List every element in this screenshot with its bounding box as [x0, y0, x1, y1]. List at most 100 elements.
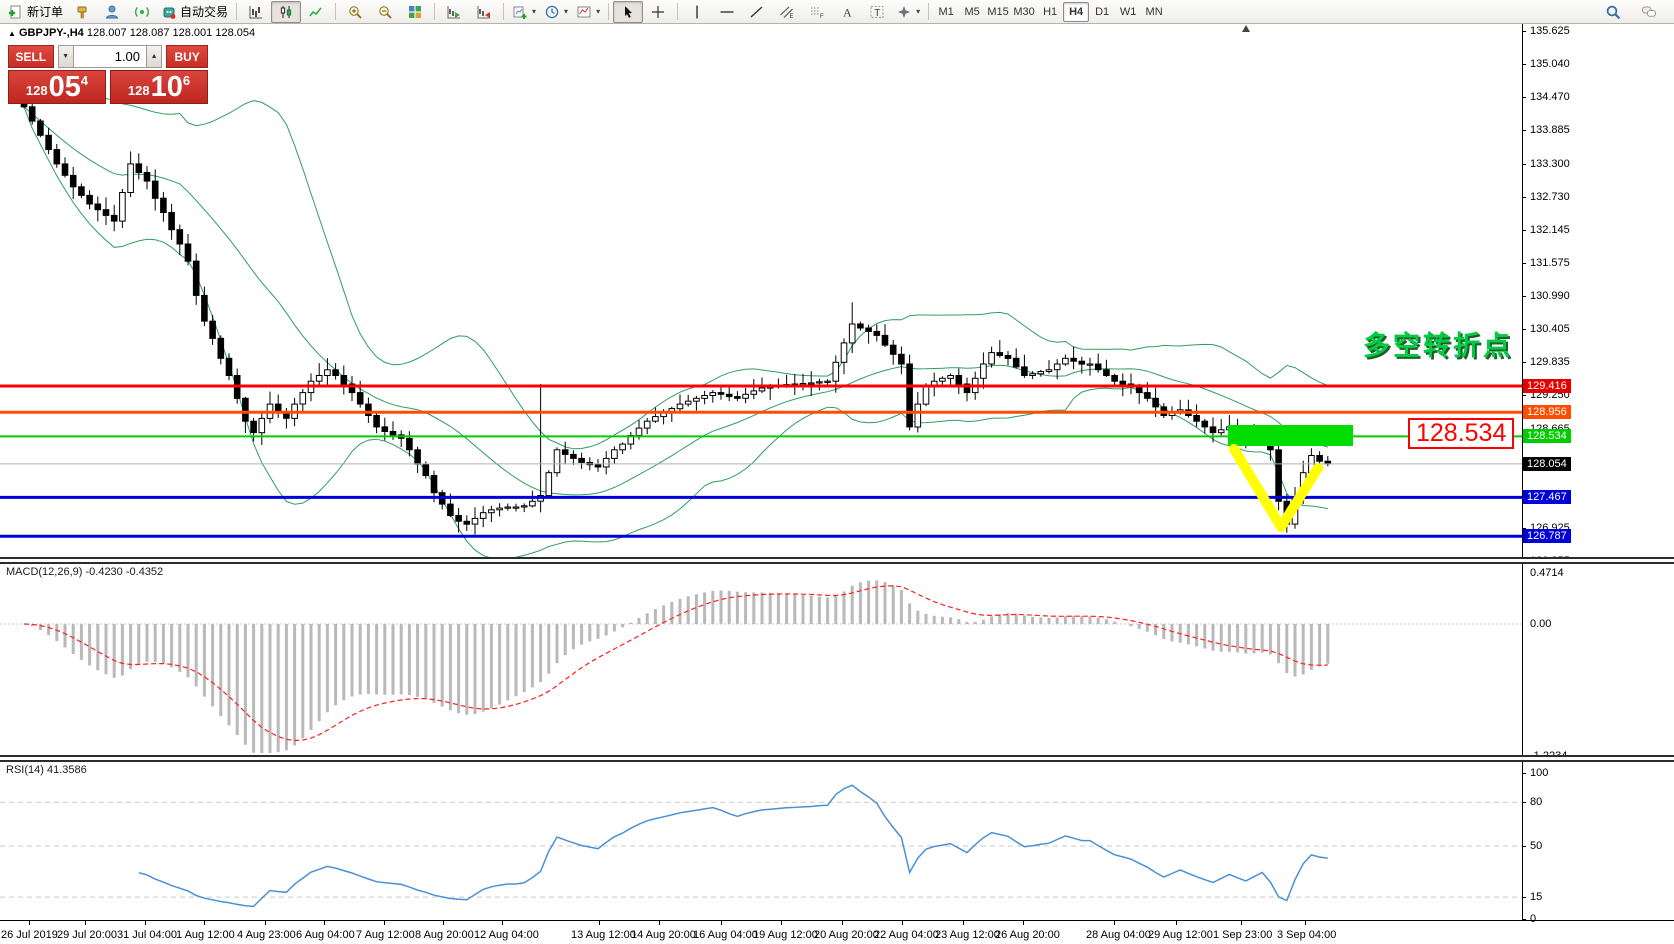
price-tick-label: 135.625: [1530, 25, 1570, 37]
candle-body: [677, 404, 683, 409]
chart-canvas[interactable]: [0, 0, 1674, 944]
signals-button[interactable]: [127, 1, 157, 23]
timeframe-d1-button[interactable]: D1: [1089, 2, 1115, 22]
time-axis-label: 29 Aug 12:00: [1148, 929, 1213, 941]
tile-windows-button[interactable]: [400, 1, 430, 23]
new-order-button[interactable]: 新订单: [4, 1, 67, 23]
cursor-button[interactable]: [613, 1, 643, 23]
sell-price-sup: 4: [81, 73, 88, 88]
candle-body: [899, 354, 905, 364]
autotrade-button[interactable]: 自动交易: [157, 1, 232, 23]
equidistant-channel-button[interactable]: E: [772, 1, 802, 23]
period-button[interactable]: ▾: [540, 1, 572, 23]
rsi-panel[interactable]: [0, 785, 1522, 906]
chart-shift-marker[interactable]: [1242, 25, 1250, 32]
new-order-button-label: 新订单: [27, 3, 63, 20]
candle-body: [1218, 430, 1224, 433]
cursor-icon: [620, 4, 636, 20]
template-button[interactable]: ▾: [572, 1, 604, 23]
candle-body: [833, 362, 839, 381]
candle-body: [218, 338, 224, 358]
main-plot[interactable]: [21, 94, 1330, 559]
timeframe-h4-button[interactable]: H4: [1063, 2, 1089, 22]
sell-button[interactable]: SELL: [8, 45, 54, 68]
styler-button[interactable]: [67, 1, 97, 23]
newchart-icon: [512, 4, 528, 20]
panel-splitter-macd[interactable]: [0, 557, 1674, 564]
bar-chart-button[interactable]: [241, 1, 271, 23]
candle-chart-button[interactable]: [271, 1, 301, 23]
candle-body: [1194, 416, 1200, 422]
text-button[interactable]: A: [832, 1, 862, 23]
search-icon[interactable]: [1598, 1, 1628, 23]
chat-icon[interactable]: [1634, 1, 1664, 23]
timeframe-mn-button[interactable]: MN: [1141, 2, 1167, 22]
chevron-down-icon: ▾: [564, 7, 568, 16]
text-label-button[interactable]: T: [862, 1, 892, 23]
toolbar-separator: [608, 3, 609, 20]
price-tick-label: 132.145: [1530, 224, 1570, 236]
chart-shift-button[interactable]: [469, 1, 499, 23]
candle-body: [62, 164, 68, 175]
candle-body: [382, 427, 388, 432]
timeframe-h1-button[interactable]: H1: [1037, 2, 1063, 22]
candle-body: [79, 187, 85, 196]
zoom-out-button[interactable]: [370, 1, 400, 23]
candle-body: [152, 181, 158, 198]
price-flag-label[interactable]: 128.534: [1408, 418, 1514, 449]
new-chart-button[interactable]: ▾: [508, 1, 540, 23]
volume-decrease-button[interactable]: ▼: [58, 45, 74, 68]
candle-body: [111, 215, 117, 221]
macd-panel[interactable]: [0, 580, 1522, 755]
candle-body: [759, 388, 765, 391]
quote-close: 128.054: [215, 27, 255, 39]
candle-body: [620, 444, 626, 450]
buy-button[interactable]: BUY: [166, 45, 208, 68]
annotation-text[interactable]: 多空转折点: [1363, 324, 1513, 363]
auto-scroll-button[interactable]: [439, 1, 469, 23]
timeframe-m15-button[interactable]: M15: [985, 2, 1011, 22]
arrows-button[interactable]: ▾: [892, 1, 924, 23]
fibonacci-button[interactable]: F: [802, 1, 832, 23]
time-axis-label: 3 Sep 04:00: [1277, 929, 1336, 941]
timeframe-m1-button[interactable]: M1: [933, 2, 959, 22]
time-tick: [502, 921, 503, 925]
quote-high: 128.087: [130, 27, 170, 39]
crosshair-button[interactable]: [643, 1, 673, 23]
price-tick-label: 130.990: [1530, 290, 1570, 302]
time-tick: [1114, 921, 1115, 925]
zoom-in-button[interactable]: [340, 1, 370, 23]
vertical-line-button[interactable]: [682, 1, 712, 23]
time-tick: [204, 921, 205, 925]
main-toolbar: 新订单自动交易▾▾▾EFAT▾M1M5M15M30H1H4D1W1MN: [0, 0, 1674, 24]
candle-body: [357, 393, 363, 404]
candle-body: [562, 450, 568, 455]
hammer-icon: [74, 4, 90, 20]
candle-body: [374, 416, 380, 427]
candle-body: [407, 438, 413, 449]
chevron-down-icon: ▾: [532, 7, 536, 16]
line-chart-button[interactable]: [301, 1, 331, 23]
autoscroll-icon: [446, 4, 462, 20]
price-badge: 126.787: [1523, 529, 1571, 543]
time-tick: [842, 921, 843, 925]
market-button[interactable]: [97, 1, 127, 23]
timeframe-w1-button[interactable]: W1: [1115, 2, 1141, 22]
vline-icon: [689, 4, 705, 20]
sell-price-tile[interactable]: 128 05 4: [8, 70, 106, 104]
timeframe-m5-button[interactable]: M5: [959, 2, 985, 22]
volume-input[interactable]: 1.00: [74, 45, 146, 68]
horizontal-line-button[interactable]: [712, 1, 742, 23]
panel-splitter-rsi[interactable]: [0, 755, 1674, 762]
candle-body: [1210, 427, 1216, 433]
buy-price-sup: 6: [183, 73, 190, 88]
volume-increase-button[interactable]: ▲: [146, 45, 162, 68]
trendline-button[interactable]: [742, 1, 772, 23]
buy-price-tile[interactable]: 128 10 6: [110, 70, 208, 104]
price-tick-label: 133.885: [1530, 124, 1570, 136]
candle-body: [997, 353, 1003, 356]
time-axis-label: 31 Jul 04:00: [117, 929, 177, 941]
green-rectangle-object[interactable]: [1228, 425, 1353, 446]
time-axis-label: 1 Aug 12:00: [176, 929, 235, 941]
timeframe-m30-button[interactable]: M30: [1011, 2, 1037, 22]
